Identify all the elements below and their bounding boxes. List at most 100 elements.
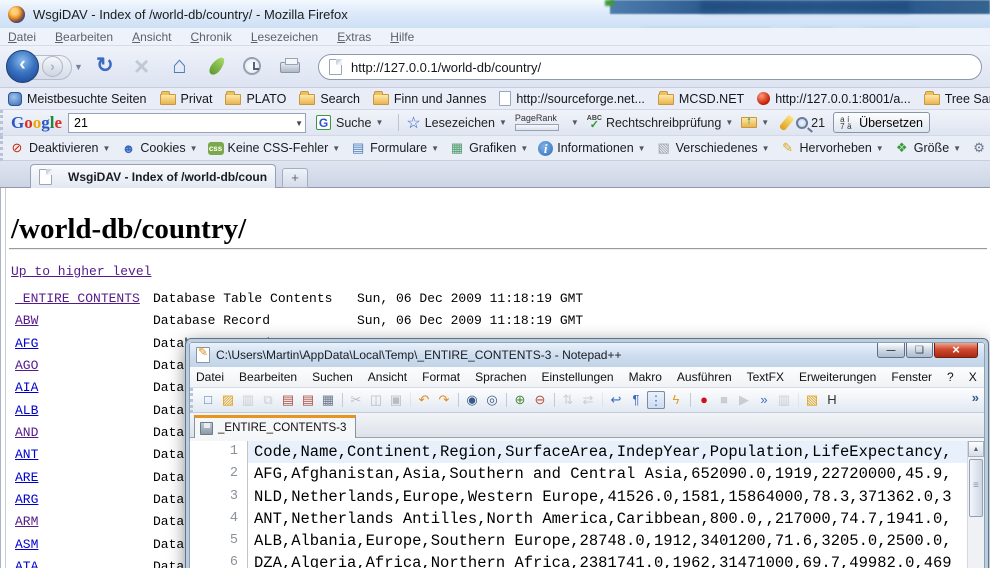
directory-entry-link[interactable]: AFG bbox=[15, 336, 38, 351]
notepad-menu-item[interactable]: Ausführen bbox=[677, 370, 732, 384]
firefox-menu-item[interactable]: Lesezeichen bbox=[251, 30, 318, 44]
notepad-menu-item[interactable]: ? bbox=[947, 370, 954, 384]
firefox-menu-item[interactable]: Hilfe bbox=[390, 30, 414, 44]
toolbar-icon[interactable]: ▧ bbox=[803, 391, 821, 409]
notepad-menu-item[interactable]: Einstellungen bbox=[542, 370, 614, 384]
firefox-menu-item[interactable]: Chronik bbox=[190, 30, 231, 44]
editor-line[interactable]: 3 NLD,Netherlands,Europe,Western Europe,… bbox=[190, 486, 984, 508]
toolbar-icon[interactable]: ▦ bbox=[319, 391, 337, 409]
notepad-menu-item[interactable]: Suchen bbox=[312, 370, 353, 384]
toolbar-icon[interactable]: ◫ bbox=[367, 391, 385, 409]
notepad-titlebar[interactable]: C:\Users\Martin\AppData\Local\Temp\_ENTI… bbox=[190, 343, 984, 367]
toolbar-icon[interactable]: ✂ bbox=[347, 391, 365, 409]
editor-line[interactable]: 4 ANT,Netherlands Antilles,North America… bbox=[190, 508, 984, 530]
restore-button[interactable] bbox=[906, 343, 933, 358]
toolbar-overflow-icon[interactable]: » bbox=[972, 390, 979, 405]
leaf-addon-icon[interactable] bbox=[207, 55, 227, 77]
webdev-item[interactable]: ⊘ Deaktivieren bbox=[9, 140, 110, 156]
pagerank-widget[interactable]: PageRank bbox=[515, 114, 559, 131]
directory-entry-link[interactable]: AIA bbox=[15, 380, 38, 395]
notepad-menu-item[interactable]: Bearbeiten bbox=[239, 370, 297, 384]
minimize-button[interactable] bbox=[877, 343, 905, 358]
directory-entry-link[interactable]: AND bbox=[15, 425, 38, 440]
firefox-menu-item[interactable]: Extras bbox=[337, 30, 371, 44]
highlighter-icon[interactable] bbox=[779, 114, 795, 131]
url-text[interactable]: http://127.0.0.1/world-db/country/ bbox=[351, 60, 541, 75]
forward-button[interactable] bbox=[42, 56, 63, 77]
bookmark-item[interactable]: http://127.0.0.1:8001/a... bbox=[757, 92, 911, 106]
notepad-menu-item[interactable]: Fenster bbox=[891, 370, 932, 384]
search-dropdown-icon[interactable] bbox=[295, 119, 303, 128]
notepad-tab[interactable]: _ENTIRE_CONTENTS-3 bbox=[194, 415, 356, 438]
directory-entry-link[interactable]: ARG bbox=[15, 492, 38, 507]
notepad-menu-item[interactable]: Erweiterungen bbox=[799, 370, 876, 384]
notepad-menu-item[interactable]: Makro bbox=[629, 370, 662, 384]
line-text[interactable]: NLD,Netherlands,Europe,Western Europe,41… bbox=[248, 486, 984, 508]
webdev-item[interactable]: ▧ Verschiedenes bbox=[656, 140, 770, 156]
bookmark-item[interactable]: PLATO bbox=[225, 92, 286, 106]
firefox-menu-item[interactable]: Datei bbox=[8, 30, 36, 44]
webdev-item[interactable]: css Keine CSS-Fehler bbox=[208, 141, 341, 155]
toolbar-icon[interactable]: ⇄ bbox=[579, 391, 597, 409]
spellcheck-button[interactable]: ABC Rechtschreibprüfung bbox=[587, 115, 733, 131]
bookmark-item[interactable]: Tree Samples bbox=[924, 92, 990, 106]
editor-scrollbar[interactable]: ▲ bbox=[967, 441, 984, 568]
directory-entry-link[interactable]: ANT bbox=[15, 447, 38, 462]
scrollbar-thumb[interactable] bbox=[969, 459, 983, 517]
directory-entry-link[interactable]: AGO bbox=[15, 358, 38, 373]
stop-button[interactable] bbox=[134, 54, 149, 81]
reload-button[interactable] bbox=[96, 54, 114, 78]
toolbar-icon[interactable]: □ bbox=[199, 391, 217, 409]
editor-line[interactable]: 6 DZA,Algeria,Africa,Northern Africa,238… bbox=[190, 552, 984, 568]
google-search-input[interactable] bbox=[68, 113, 306, 133]
toolbar-icon[interactable]: ◎ bbox=[483, 391, 501, 409]
toolbar-icon[interactable]: ▤ bbox=[299, 391, 317, 409]
back-button[interactable] bbox=[6, 50, 39, 83]
bookmark-item[interactable]: Search bbox=[299, 92, 360, 106]
bookmark-item[interactable]: Finn und Jannes bbox=[373, 92, 486, 106]
pagerank-dropdown[interactable] bbox=[567, 118, 579, 127]
toolbar-icon[interactable]: ■ bbox=[715, 391, 733, 409]
directory-entry-link[interactable]: ARM bbox=[15, 514, 38, 529]
webdev-item[interactable]: ▤ Formulare bbox=[350, 140, 439, 156]
directory-entry-link[interactable]: ATA bbox=[15, 559, 38, 568]
browser-tab[interactable]: WsgiDAV - Index of /world-db/count... bbox=[30, 164, 276, 188]
firefox-menu-item[interactable]: Bearbeiten bbox=[55, 30, 113, 44]
toolbar-icon[interactable]: ϟ bbox=[667, 391, 685, 409]
bookmark-item[interactable]: MCSD.NET bbox=[658, 92, 744, 106]
history-dropdown-icon[interactable] bbox=[74, 62, 83, 72]
webdev-item[interactable]: ☻ Cookies bbox=[120, 141, 197, 156]
toolbar-icon[interactable]: » bbox=[755, 391, 773, 409]
toolbar-icon[interactable]: ¶ bbox=[627, 391, 645, 409]
webdev-item[interactable]: ❖ Größe bbox=[894, 140, 961, 156]
toolbar-icon[interactable]: ◉ bbox=[463, 391, 481, 409]
bookmark-item[interactable]: Privat bbox=[160, 92, 213, 106]
toolbar-icon[interactable]: ⇅ bbox=[559, 391, 577, 409]
bookmark-item[interactable]: Meistbesuchte Seiten bbox=[8, 92, 147, 106]
up-to-higher-level-link[interactable]: Up to higher level bbox=[11, 264, 151, 279]
toolbar-icon[interactable]: ↶ bbox=[415, 391, 433, 409]
notepad-menu-item[interactable]: Format bbox=[422, 370, 460, 384]
toolbar-icon[interactable]: ▥ bbox=[775, 391, 793, 409]
close-button[interactable] bbox=[934, 343, 978, 358]
google-search-button[interactable]: G Suche bbox=[316, 115, 383, 130]
bookmark-item[interactable]: http://sourceforge.net... bbox=[499, 91, 645, 106]
url-bar[interactable]: http://127.0.0.1/world-db/country/ bbox=[318, 54, 982, 80]
print-button[interactable] bbox=[280, 62, 300, 73]
google-bookmarks-button[interactable]: Lesezeichen bbox=[406, 113, 506, 133]
clock-addon-icon[interactable] bbox=[243, 57, 261, 75]
directory-entry-link[interactable]: ALB bbox=[15, 403, 38, 418]
editor-area[interactable]: 1 Code,Name,Continent,Region,SurfaceArea… bbox=[190, 441, 984, 568]
webdev-item[interactable]: ▦ Grafiken bbox=[449, 140, 528, 156]
toolbar-icon[interactable]: ▥ bbox=[239, 391, 257, 409]
notepad-menu-item[interactable]: Ansicht bbox=[368, 370, 407, 384]
editor-line[interactable]: 2 AFG,Afghanistan,Asia,Southern and Cent… bbox=[190, 463, 984, 485]
line-text[interactable]: DZA,Algeria,Africa,Northern Africa,23817… bbox=[248, 552, 984, 568]
scroll-up-icon[interactable]: ▲ bbox=[968, 441, 984, 457]
line-text[interactable]: ALB,Albania,Europe,Southern Europe,28748… bbox=[248, 530, 984, 552]
notepad-menu-item[interactable]: TextFX bbox=[747, 370, 784, 384]
webdev-item[interactable]: ✎ Hervorheben bbox=[780, 140, 884, 156]
line-text[interactable]: Code,Name,Continent,Region,SurfaceArea,I… bbox=[248, 441, 984, 463]
notepad-menu-item[interactable]: Sprachen bbox=[475, 370, 526, 384]
toolbar-icon[interactable]: ↩ bbox=[607, 391, 625, 409]
